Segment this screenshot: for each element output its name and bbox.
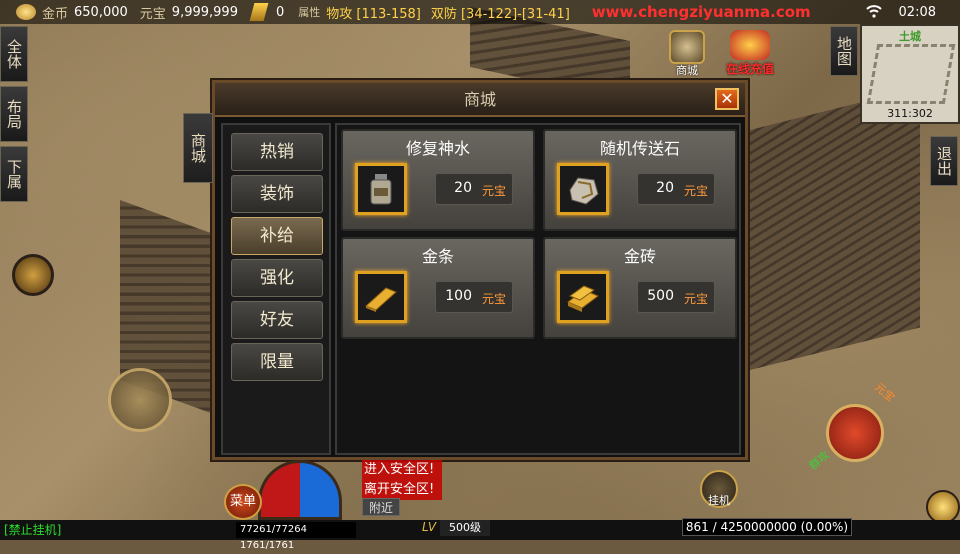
recharge-label: 在线充值 bbox=[725, 62, 774, 76]
safe-leave-msg: 离开安全区! bbox=[364, 482, 435, 497]
badge-icon bbox=[249, 3, 269, 21]
safe-enter-msg: 进入安全区! bbox=[364, 462, 435, 477]
category-supply[interactable]: 补给 bbox=[231, 217, 323, 255]
item-name: 金砖 bbox=[623, 247, 656, 266]
item-name: 修复神水 bbox=[405, 139, 470, 158]
treasure-icon bbox=[730, 30, 770, 60]
item-currency: 元宝 bbox=[481, 184, 506, 198]
badge-value: 0 bbox=[275, 4, 285, 20]
item-slot[interactable] bbox=[557, 271, 609, 323]
close-button[interactable]: ✕ bbox=[715, 88, 739, 110]
item-price: 100 bbox=[445, 288, 472, 304]
category-list: 热销 装饰 补给 强化 好友 限量 bbox=[221, 123, 331, 455]
item-name: 随机传送石 bbox=[599, 139, 680, 158]
shop-icon-label: 商城 bbox=[676, 64, 698, 77]
website-watermark: www.chengziyuanma.com bbox=[591, 3, 811, 21]
category-friend[interactable]: 好友 bbox=[231, 301, 323, 339]
gold-bar-icon bbox=[365, 287, 397, 312]
category-enhance[interactable]: 强化 bbox=[231, 259, 323, 297]
item-currency: 元宝 bbox=[683, 292, 708, 306]
joystick[interactable] bbox=[108, 368, 172, 432]
gold-value: 650,000 bbox=[74, 4, 128, 20]
system-messages: 进入安全区! 离开安全区! bbox=[362, 460, 442, 500]
phys-attack: 物攻 [113-158] bbox=[326, 6, 421, 22]
item-price: 500 bbox=[647, 288, 674, 304]
shop-side-tab[interactable]: 商城 bbox=[183, 113, 213, 183]
item-name: 金条 bbox=[421, 247, 454, 266]
building-roof bbox=[740, 87, 920, 373]
item-currency: 元宝 bbox=[481, 292, 506, 306]
auto-hang-button[interactable]: 挂机 bbox=[700, 470, 738, 508]
item-slot[interactable] bbox=[355, 163, 407, 215]
shop-icon bbox=[669, 30, 705, 64]
shop-item[interactable]: 修复神水 20 元宝 bbox=[341, 129, 535, 231]
yuanbao-label: 元宝 bbox=[139, 6, 166, 22]
item-currency: 元宝 bbox=[683, 184, 708, 198]
exit-button[interactable]: 退出 bbox=[930, 136, 958, 186]
wifi-icon bbox=[866, 5, 882, 18]
status-bar: 金币 650,000 元宝 9,999,999 0 属性 物攻 [113-158… bbox=[0, 0, 960, 24]
minimap[interactable]: 土城 311:302 bbox=[860, 24, 960, 124]
exp-bar: 861 / 4250000000 (0.00%) bbox=[682, 518, 852, 536]
category-decor[interactable]: 装饰 bbox=[231, 175, 323, 213]
attack-button[interactable] bbox=[826, 404, 884, 462]
shop-item[interactable]: 随机传送石 20 元宝 bbox=[543, 129, 737, 231]
recharge-button[interactable]: 在线充值 bbox=[722, 30, 778, 78]
dual-defense: 双防 [34-122]-[31-41] bbox=[430, 6, 570, 22]
nearby-tab[interactable]: 附近 bbox=[362, 498, 400, 516]
yuanbao-value: 9,999,999 bbox=[171, 4, 238, 20]
category-limited[interactable]: 限量 bbox=[231, 343, 323, 381]
clock: 02:08 bbox=[898, 4, 936, 20]
attr-label: 属性 bbox=[298, 6, 321, 19]
category-hot[interactable]: 热销 bbox=[231, 133, 323, 171]
shop-dialog: 商城 商城 ✕ 热销 装饰 补给 强化 好友 限量 修复神水 20 元宝 随机传… bbox=[183, 80, 748, 460]
item-price: 20 bbox=[656, 180, 674, 196]
item-slot[interactable] bbox=[355, 271, 407, 323]
price-box: 20 元宝 bbox=[637, 173, 715, 205]
item-price: 20 bbox=[454, 180, 472, 196]
minimap-title: 土城 bbox=[899, 30, 921, 43]
settings-sun-icon[interactable] bbox=[926, 490, 960, 524]
potion-icon bbox=[370, 174, 392, 205]
map-button[interactable]: 地图 bbox=[830, 26, 858, 76]
minimap-coords: 311:302 bbox=[887, 107, 933, 120]
price-box: 20 元宝 bbox=[435, 173, 513, 205]
forbid-hang-label: [禁止挂机] bbox=[4, 523, 62, 537]
hp-mp-values: 77261/77264 1761/1761 bbox=[236, 522, 356, 551]
helmet-icon[interactable] bbox=[12, 254, 54, 296]
minimap-walls bbox=[866, 44, 956, 104]
shop-entry-button[interactable]: 商城 bbox=[662, 30, 712, 78]
btn-all[interactable]: 全体 bbox=[0, 26, 28, 82]
gold-coin-icon bbox=[16, 4, 36, 20]
gold-label: 金币 bbox=[42, 6, 69, 22]
price-box: 500 元宝 bbox=[637, 281, 715, 313]
dialog-title: 商城 bbox=[215, 83, 745, 117]
level-label: LV bbox=[422, 520, 437, 534]
menu-button[interactable]: 菜单 bbox=[224, 484, 262, 520]
btn-layout[interactable]: 布局 bbox=[0, 86, 28, 142]
level-value: 500级 bbox=[440, 520, 490, 536]
gold-brick-icon bbox=[567, 285, 599, 312]
price-box: 100 元宝 bbox=[435, 281, 513, 313]
stone-icon bbox=[569, 177, 599, 205]
btn-subordinate[interactable]: 下属 bbox=[0, 146, 28, 202]
item-slot[interactable] bbox=[557, 163, 609, 215]
item-grid: 修复神水 20 元宝 随机传送石 20 元宝 金条 100 元宝 金砖 500 … bbox=[335, 123, 741, 455]
shop-item[interactable]: 金砖 500 元宝 bbox=[543, 237, 737, 339]
shop-item[interactable]: 金条 100 元宝 bbox=[341, 237, 535, 339]
